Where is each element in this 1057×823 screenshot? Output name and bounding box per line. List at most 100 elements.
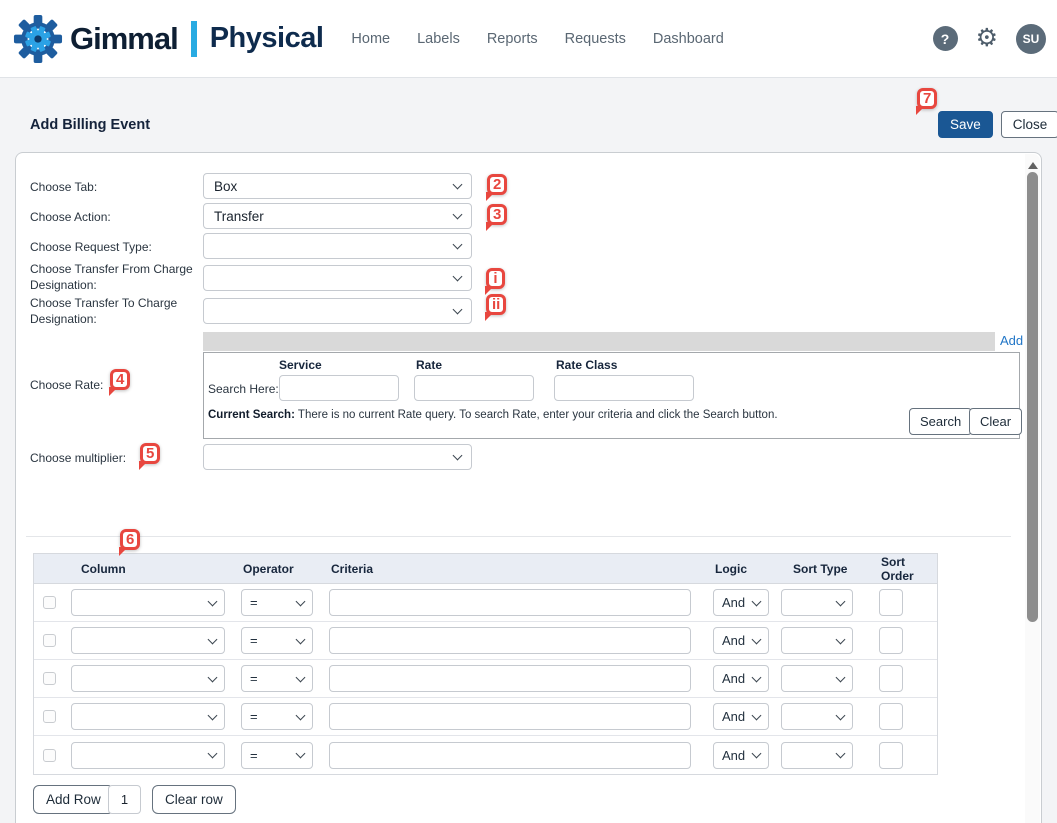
logic-select[interactable]: And — [713, 589, 769, 616]
sort-order-input[interactable] — [879, 627, 903, 654]
operator-select[interactable]: = — [241, 627, 313, 654]
annotation-badge-2: 2 — [487, 174, 507, 195]
scroll-up-arrow-icon[interactable] — [1028, 157, 1038, 169]
user-avatar[interactable]: SU — [1016, 24, 1046, 54]
sort-type-select[interactable] — [781, 627, 853, 654]
criteria-input[interactable] — [329, 742, 691, 769]
rate-clear-button[interactable]: Clear — [969, 408, 1022, 435]
section-divider — [26, 536, 1011, 537]
choose-multiplier-label: Choose multiplier: — [30, 450, 126, 466]
sort-type-select[interactable] — [781, 665, 853, 692]
sort-order-input[interactable] — [879, 703, 903, 730]
choose-multiplier-select[interactable] — [203, 444, 472, 470]
chevron-down-icon — [296, 710, 306, 720]
chevron-down-icon — [453, 451, 463, 461]
criteria-input[interactable] — [329, 665, 691, 692]
brand-logo[interactable]: Gimmal Physical — [13, 14, 323, 64]
sort-order-input[interactable] — [879, 742, 903, 769]
logic-header: Logic — [709, 562, 776, 576]
sort-type-select[interactable] — [781, 703, 853, 730]
sort-order-input[interactable] — [879, 665, 903, 692]
add-row-button[interactable]: Add Row — [33, 785, 114, 814]
panel-scrollbar[interactable] — [1025, 154, 1040, 823]
chevron-down-icon — [208, 749, 218, 759]
operator-select[interactable]: = — [241, 742, 313, 769]
criteria-row-3: = And — [34, 660, 937, 698]
row-checkbox[interactable] — [43, 634, 56, 647]
nav-item-dashboard[interactable]: Dashboard — [653, 31, 724, 47]
operator-select[interactable]: = — [241, 665, 313, 692]
chevron-down-icon — [208, 634, 218, 644]
gimmal-gear-logo-icon — [13, 14, 63, 64]
criteria-table: Column Operator Criteria Logic Sort Type… — [33, 553, 938, 775]
save-button[interactable]: Save — [938, 111, 993, 138]
rate-search-button[interactable]: Search — [909, 408, 972, 435]
sort-order-input[interactable] — [879, 589, 903, 616]
clear-row-button[interactable]: Clear row — [152, 785, 236, 814]
criteria-row-2: = And — [34, 622, 937, 660]
help-icon[interactable]: ? — [933, 26, 958, 51]
rate-col-service-header: Service — [279, 358, 322, 372]
choose-request-type-select[interactable] — [203, 233, 472, 259]
column-select[interactable] — [71, 703, 225, 730]
criteria-input[interactable] — [329, 589, 691, 616]
annotation-badge-3: 3 — [487, 204, 507, 225]
rate-search-input[interactable] — [414, 375, 534, 401]
close-button[interactable]: Close — [1001, 111, 1057, 138]
criteria-input[interactable] — [329, 703, 691, 730]
rate-add-link[interactable]: Add — [1000, 333, 1023, 348]
logic-select[interactable]: And — [713, 665, 769, 692]
logic-select[interactable]: And — [713, 627, 769, 654]
nav-item-home[interactable]: Home — [351, 31, 390, 47]
choose-tab-select[interactable]: Box — [203, 173, 472, 199]
column-select[interactable] — [71, 627, 225, 654]
brand-divider — [191, 21, 197, 57]
annotation-badge-4: 4 — [110, 369, 130, 390]
transfer-from-designation-label: Choose Transfer From Charge Designation: — [30, 261, 198, 293]
criteria-table-header: Column Operator Criteria Logic Sort Type… — [34, 554, 937, 584]
chevron-down-icon — [836, 710, 846, 720]
row-checkbox[interactable] — [43, 672, 56, 685]
nav-item-requests[interactable]: Requests — [565, 31, 626, 47]
scrollbar-thumb[interactable] — [1027, 172, 1038, 622]
annotation-badge-7: 7 — [917, 88, 937, 109]
operator-select[interactable]: = — [241, 589, 313, 616]
annotation-badge-6: 6 — [120, 529, 140, 550]
service-search-input[interactable] — [279, 375, 399, 401]
chevron-down-icon — [453, 305, 463, 315]
row-checkbox[interactable] — [43, 749, 56, 762]
row-checkbox[interactable] — [43, 596, 56, 609]
sort-type-select[interactable] — [781, 589, 853, 616]
logic-select[interactable]: And — [713, 703, 769, 730]
main-nav: Home Labels Reports Requests Dashboard — [351, 31, 723, 47]
page-action-buttons: Save Close — [938, 111, 1057, 138]
chevron-down-icon — [752, 596, 762, 606]
row-checkbox[interactable] — [43, 710, 56, 723]
row-count-input[interactable] — [108, 785, 141, 814]
column-select[interactable] — [71, 589, 225, 616]
column-header: Column — [63, 562, 233, 576]
rate-col-rateclass-header: Rate Class — [556, 358, 617, 372]
column-select[interactable] — [71, 665, 225, 692]
column-select[interactable] — [71, 742, 225, 769]
choose-tab-label: Choose Tab: — [30, 179, 97, 195]
choose-action-select[interactable]: Transfer — [203, 203, 472, 229]
chevron-down-icon — [453, 180, 463, 190]
chevron-down-icon — [296, 672, 306, 682]
rate-class-search-input[interactable] — [554, 375, 694, 401]
transfer-to-designation-select[interactable] — [203, 298, 472, 324]
current-search-text: There is no current Rate query. To searc… — [298, 409, 778, 421]
sort-type-select[interactable] — [781, 742, 853, 769]
operator-select[interactable]: = — [241, 703, 313, 730]
sort-type-header: Sort Type — [776, 562, 869, 576]
choose-request-type-label: Choose Request Type: — [30, 239, 152, 255]
nav-item-reports[interactable]: Reports — [487, 31, 538, 47]
logic-select[interactable]: And — [713, 742, 769, 769]
settings-gear-icon[interactable]: ⚙ — [976, 26, 998, 51]
criteria-input[interactable] — [329, 627, 691, 654]
criteria-row-5: = And — [34, 736, 937, 774]
sort-order-header: Sort Order — [869, 555, 939, 583]
transfer-from-designation-select[interactable] — [203, 265, 472, 291]
operator-header: Operator — [233, 562, 323, 576]
nav-item-labels[interactable]: Labels — [417, 31, 460, 47]
